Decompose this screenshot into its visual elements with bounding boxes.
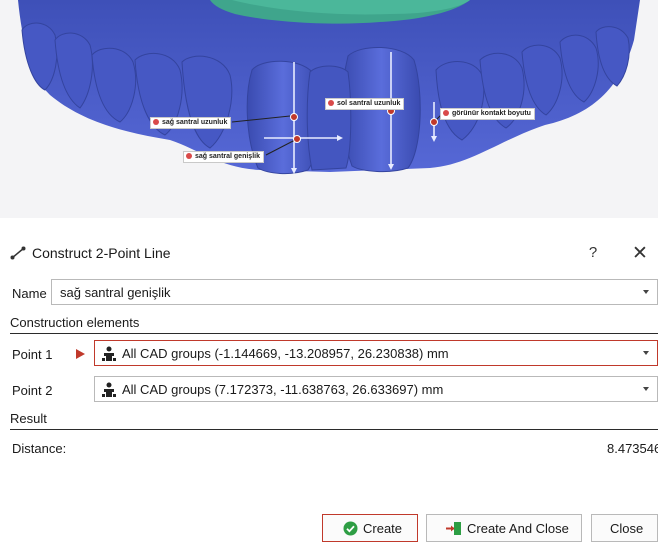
distance-label: Distance: bbox=[12, 441, 67, 456]
chevron-down-icon bbox=[643, 387, 649, 391]
name-value: sağ santral genişlik bbox=[60, 285, 171, 300]
create-button[interactable]: Create bbox=[322, 514, 418, 542]
label-sag-santral-genislik: sağ santral genişlik bbox=[183, 151, 264, 163]
dialog-title: Construct 2-Point Line bbox=[32, 245, 171, 261]
check-circle-icon bbox=[343, 521, 358, 536]
result-header: Result bbox=[10, 411, 658, 430]
create-and-close-button[interactable]: Create And Close bbox=[426, 514, 582, 542]
active-point-arrow-icon bbox=[76, 349, 85, 359]
close-button[interactable]: Close bbox=[591, 514, 658, 542]
marker-dot-icon bbox=[153, 118, 159, 125]
3d-viewport[interactable]: sağ santral uzunluk sol santral uzunluk … bbox=[0, 0, 658, 218]
cad-group-icon bbox=[102, 382, 116, 397]
exit-arrow-icon bbox=[446, 522, 461, 535]
chevron-down-icon bbox=[643, 351, 649, 355]
cad-group-icon bbox=[102, 346, 116, 361]
construct-line-dialog: Construct 2-Point Line ? ✕ Name sağ sant… bbox=[0, 235, 658, 547]
point2-label: Point 2 bbox=[12, 383, 53, 398]
help-button[interactable]: ? bbox=[584, 244, 602, 261]
marker-dot-icon bbox=[328, 99, 334, 106]
point1-label: Point 1 bbox=[12, 347, 53, 362]
construction-elements-header: Construction elements bbox=[10, 315, 658, 334]
marker-dot-icon bbox=[443, 109, 449, 116]
name-field[interactable]: sağ santral genişlik bbox=[51, 279, 658, 305]
distance-value: 8.473546 bbox=[607, 441, 658, 456]
marker-dot-icon bbox=[186, 152, 192, 159]
name-label: Name bbox=[12, 286, 47, 301]
dialog-titlebar[interactable]: Construct 2-Point Line ? ✕ bbox=[0, 235, 658, 271]
point2-select[interactable]: All CAD groups (7.172373, -11.638763, 26… bbox=[94, 376, 658, 402]
point2-value: All CAD groups (7.172373, -11.638763, 26… bbox=[122, 382, 444, 397]
line-tool-icon bbox=[10, 246, 26, 260]
chevron-down-icon bbox=[643, 290, 649, 294]
label-gorunur-kontakt: görünür kontakt boyutu bbox=[440, 108, 535, 120]
close-x-icon[interactable]: ✕ bbox=[630, 242, 650, 265]
point1-select[interactable]: All CAD groups (-1.144669, -13.208957, 2… bbox=[94, 340, 658, 366]
point1-value: All CAD groups (-1.144669, -13.208957, 2… bbox=[122, 346, 449, 361]
label-sag-santral-uzunluk: sağ santral uzunluk bbox=[150, 117, 232, 129]
label-sol-santral-uzunluk: sol santral uzunluk bbox=[325, 98, 405, 110]
